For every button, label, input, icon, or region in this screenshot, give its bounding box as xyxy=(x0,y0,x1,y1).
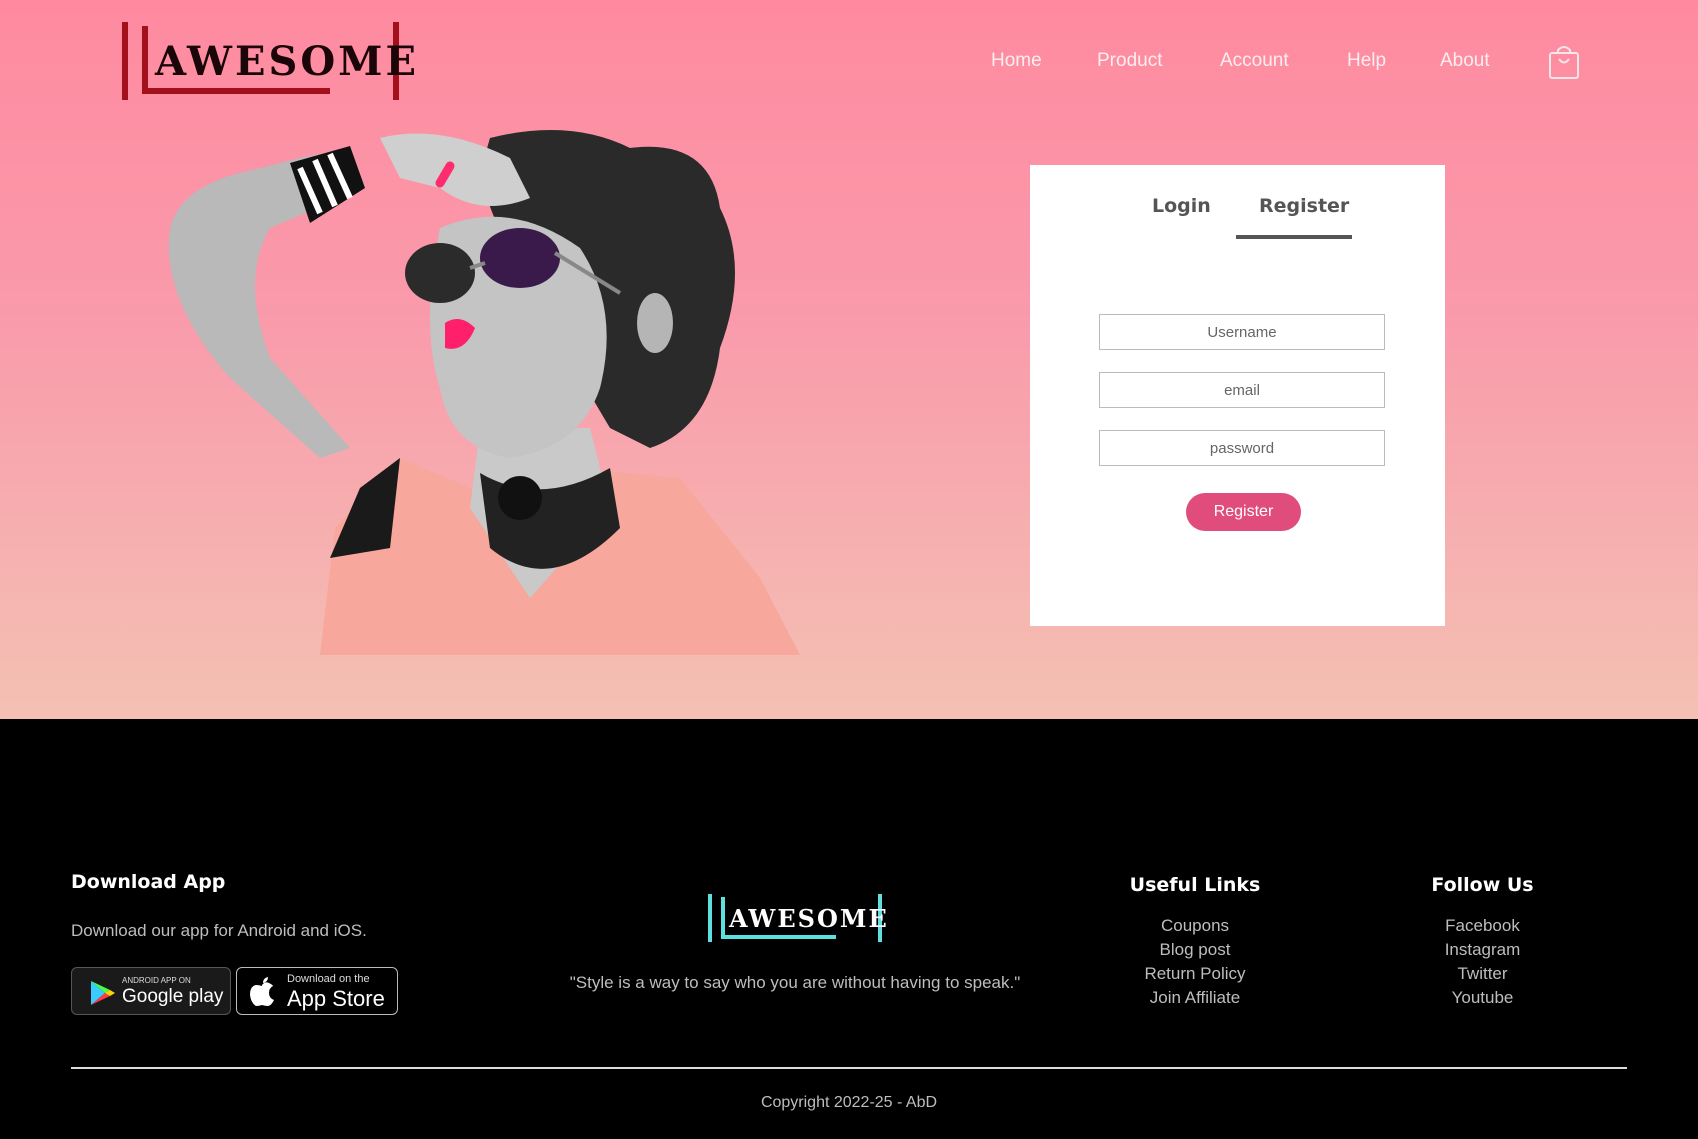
app-store-badge[interactable]: Download on the App Store xyxy=(236,967,398,1015)
follow-us-heading: Follow Us xyxy=(1431,874,1534,896)
shopping-bag-icon[interactable] xyxy=(1548,44,1580,80)
nav-about[interactable]: About xyxy=(1440,50,1490,72)
google-play-icon xyxy=(91,981,115,1005)
link-twitter[interactable]: Twitter xyxy=(1400,962,1565,986)
footer-quote: "Style is a way to say who you are witho… xyxy=(569,973,1021,992)
nav-account[interactable]: Account xyxy=(1220,50,1289,72)
link-youtube[interactable]: Youtube xyxy=(1400,986,1565,1010)
register-button[interactable]: Register xyxy=(1186,493,1301,531)
link-facebook[interactable]: Facebook xyxy=(1400,914,1565,938)
footer-logo-text: AWESOME xyxy=(729,904,889,933)
link-return-policy[interactable]: Return Policy xyxy=(1110,962,1280,986)
link-instagram[interactable]: Instagram xyxy=(1400,938,1565,962)
nav-help[interactable]: Help xyxy=(1347,50,1386,72)
tab-login[interactable]: Login xyxy=(1152,195,1211,217)
google-play-text: Google play xyxy=(122,986,224,1007)
follow-us-column: Follow Us Facebook Instagram Twitter You… xyxy=(1400,874,1565,1010)
download-app-heading: Download App xyxy=(71,871,226,893)
app-store-small-text: Download on the xyxy=(287,973,370,985)
useful-links-heading: Useful Links xyxy=(1129,874,1261,896)
apple-icon xyxy=(250,977,274,1006)
tab-register[interactable]: Register xyxy=(1259,195,1349,217)
brand-logo[interactable]: AWESOME xyxy=(122,22,416,100)
fashion-model-image xyxy=(168,130,800,655)
auth-card: Login Register Register xyxy=(1030,165,1445,626)
logo-text: AWESOME xyxy=(155,38,419,85)
app-store-text: App Store xyxy=(287,986,385,1011)
nav-product[interactable]: Product xyxy=(1097,50,1162,72)
google-play-badge[interactable]: ANDROID APP ON Google play xyxy=(71,967,231,1015)
google-play-small-text: ANDROID APP ON xyxy=(122,976,191,985)
nav-home[interactable]: Home xyxy=(991,50,1042,72)
footer-logo[interactable]: AWESOME xyxy=(708,894,887,942)
useful-links-column: Useful Links Coupons Blog post Return Po… xyxy=(1110,874,1280,1010)
link-coupons[interactable]: Coupons xyxy=(1110,914,1280,938)
email-input[interactable] xyxy=(1099,372,1385,408)
download-app-description: Download our app for Android and iOS. xyxy=(71,921,367,940)
hero-section: AWESOME Home Product Account Help About xyxy=(0,0,1698,719)
copyright-text: Copyright 2022-25 - AbD xyxy=(760,1094,938,1111)
username-input[interactable] xyxy=(1099,314,1385,350)
site-footer: Download App Download our app for Androi… xyxy=(0,719,1698,1139)
password-input[interactable] xyxy=(1099,430,1385,466)
link-blog-post[interactable]: Blog post xyxy=(1110,938,1280,962)
active-tab-indicator xyxy=(1236,235,1352,239)
footer-divider xyxy=(71,1067,1627,1069)
link-join-affiliate[interactable]: Join Affiliate xyxy=(1110,986,1280,1010)
